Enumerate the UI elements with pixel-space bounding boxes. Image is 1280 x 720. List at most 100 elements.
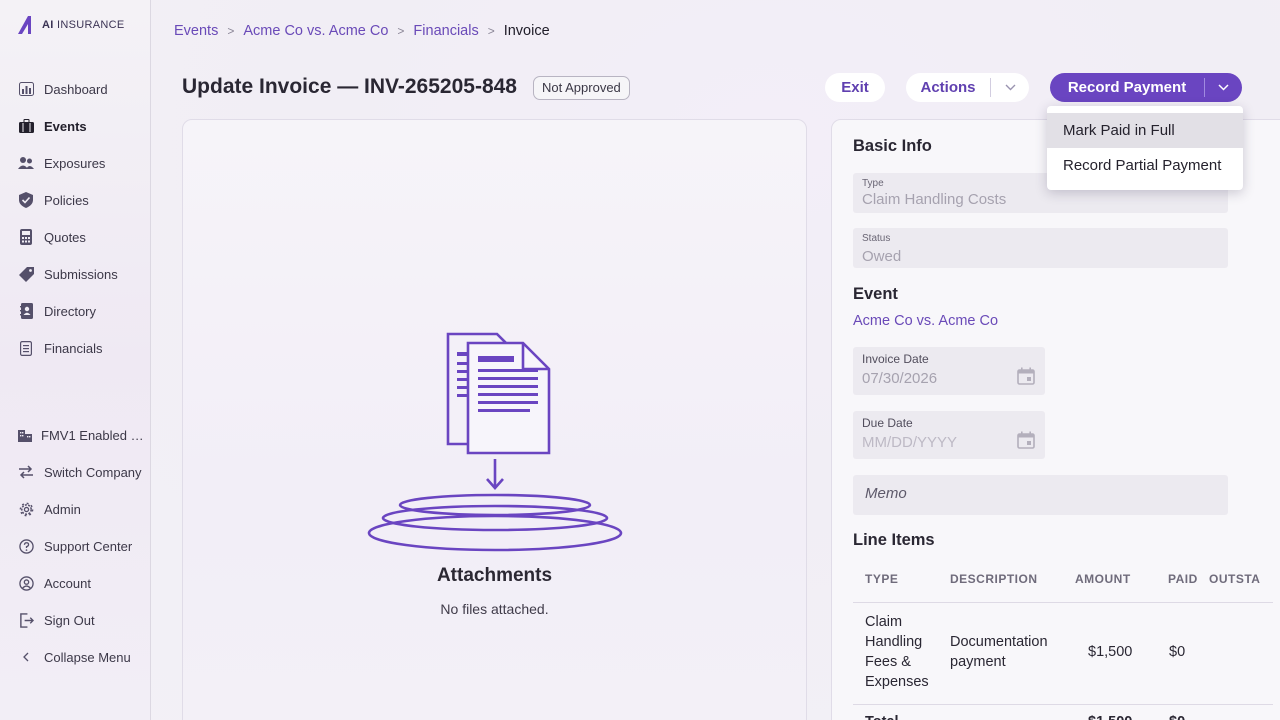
column-header-outstanding[interactable]: OUTSTA: [1209, 572, 1260, 586]
column-header-paid[interactable]: PAID: [1168, 572, 1198, 586]
status-badge: Not Approved: [533, 76, 630, 100]
sidebar-item-events[interactable]: Events: [0, 113, 150, 139]
page-title: Update Invoice — INV-265205-848: [182, 75, 517, 98]
document-upload-icon: [367, 332, 623, 552]
sidebar-item-directory[interactable]: Directory: [0, 298, 150, 324]
tag-icon: [18, 266, 34, 282]
sidebar-item-label: FMV1 Enabled …: [41, 427, 144, 443]
actions-button[interactable]: Actions: [906, 73, 1029, 102]
sidebar-item-company[interactable]: FMV1 Enabled …: [0, 422, 150, 448]
record-payment-label: Record Payment: [1067, 79, 1187, 96]
breadcrumb-separator-icon: >: [487, 24, 495, 38]
shield-icon: [18, 192, 34, 208]
sidebar-item-policies[interactable]: Policies: [0, 187, 150, 213]
invoice-date-label: Invoice Date: [862, 352, 929, 366]
due-date-placeholder: MM/DD/YYYY: [862, 434, 958, 451]
invoice-date-value: 07/30/2026: [862, 370, 938, 387]
sidebar-item-switch-company[interactable]: Switch Company: [0, 459, 150, 485]
sidebar-item-label: Sign Out: [44, 612, 95, 628]
record-payment-menu: Mark Paid in Full Record Partial Payment: [1047, 106, 1243, 190]
sidebar-item-label: Exposures: [44, 155, 106, 171]
breadcrumb-separator-icon: >: [397, 24, 405, 38]
sidebar-item-label: Switch Company: [44, 464, 142, 480]
column-header-description[interactable]: DESCRIPTION: [950, 572, 1038, 586]
attachments-title: Attachments: [436, 565, 553, 586]
breadcrumb-separator-icon: >: [227, 24, 235, 38]
logo-mark-icon: [18, 16, 31, 34]
attachments-dropzone[interactable]: Attachments No files attached.: [182, 119, 807, 720]
total-label: Total: [865, 712, 899, 720]
cell-type: Claim Handling Fees & Expenses: [865, 614, 929, 690]
due-date-field[interactable]: Due Date MM/DD/YYYY: [853, 411, 1045, 459]
chevron-down-icon[interactable]: [1205, 84, 1241, 91]
calendar-icon[interactable]: [1017, 367, 1035, 390]
cell-amount: $1,500: [1088, 644, 1133, 660]
total-paid: $0: [1169, 712, 1185, 720]
menu-item-record-partial-payment[interactable]: Record Partial Payment: [1047, 148, 1243, 183]
sidebar-item-submissions[interactable]: Submissions: [0, 261, 150, 287]
sidebar-item-label: Dashboard: [44, 81, 108, 97]
receipt-icon: [18, 340, 34, 356]
calendar-icon[interactable]: [1017, 431, 1035, 454]
sidebar-item-label: Financials: [44, 340, 103, 356]
basic-info-title: Basic Info: [853, 137, 932, 155]
sidebar-item-dashboard[interactable]: Dashboard: [0, 76, 150, 102]
sidebar-item-label: Account: [44, 575, 91, 591]
briefcase-icon: [18, 118, 34, 134]
breadcrumb: Events > Acme Co vs. Acme Co > Financial…: [174, 23, 550, 39]
menu-item-mark-paid-in-full[interactable]: Mark Paid in Full: [1047, 113, 1243, 148]
calculator-icon: [18, 229, 34, 245]
sidebar: AI INSURANCE Dashboard Events Exposures …: [0, 0, 151, 720]
attachments-empty-text: No files attached.: [440, 601, 549, 617]
column-header-type[interactable]: TYPE: [865, 572, 898, 586]
breadcrumb-current: Invoice: [503, 23, 550, 39]
sidebar-item-label: Directory: [44, 303, 97, 319]
sidebar-item-label: Events: [44, 118, 87, 134]
sidebar-item-quotes[interactable]: Quotes: [0, 224, 150, 250]
memo-field[interactable]: Memo: [853, 475, 1228, 515]
sidebar-item-financials[interactable]: Financials: [0, 335, 150, 361]
sidebar-item-sign-out[interactable]: Sign Out: [0, 607, 150, 633]
breadcrumb-link-event[interactable]: Acme Co vs. Acme Co: [243, 23, 388, 39]
invoice-date-field[interactable]: Invoice Date 07/30/2026: [853, 347, 1045, 395]
logo-text: AI INSURANCE: [42, 19, 125, 31]
status-label: Status: [862, 233, 891, 244]
column-header-amount[interactable]: AMOUNT: [1075, 572, 1131, 586]
sidebar-item-label: Policies: [44, 192, 89, 208]
switch-arrows-icon: [18, 464, 34, 480]
cell-description: Documentation payment: [950, 634, 1048, 670]
collapse-menu-button[interactable]: Collapse Menu: [0, 644, 150, 670]
event-link[interactable]: Acme Co vs. Acme Co: [853, 313, 998, 329]
line-items-title: Line Items: [853, 531, 935, 549]
table-header-divider: [853, 602, 1273, 603]
user-circle-icon: [18, 575, 34, 591]
chevron-left-icon: [18, 649, 34, 665]
building-icon: [17, 427, 33, 443]
cell-paid: $0: [1169, 644, 1186, 660]
actions-button-label: Actions: [920, 79, 976, 96]
invoice-details-panel: Basic Info Type Claim Handling Costs Sta…: [831, 119, 1280, 720]
sidebar-item-account[interactable]: Account: [0, 570, 150, 596]
exit-button[interactable]: Exit: [825, 73, 885, 102]
sign-out-icon: [18, 612, 34, 628]
due-date-label: Due Date: [862, 416, 913, 430]
table-row-divider: [853, 704, 1273, 705]
gear-icon: [18, 501, 34, 517]
logo[interactable]: AI INSURANCE: [16, 14, 124, 36]
record-payment-button[interactable]: Record Payment: [1050, 73, 1242, 102]
type-value: Claim Handling Costs: [862, 191, 1007, 208]
status-field[interactable]: Status Owed: [853, 228, 1228, 268]
breadcrumb-link-financials[interactable]: Financials: [413, 23, 478, 39]
sidebar-item-support-center[interactable]: Support Center: [0, 533, 150, 559]
bar-chart-icon: [18, 81, 34, 97]
sidebar-item-exposures[interactable]: Exposures: [0, 150, 150, 176]
sidebar-item-label: Collapse Menu: [44, 649, 131, 665]
sidebar-item-label: Support Center: [44, 538, 133, 554]
chevron-down-icon[interactable]: [991, 84, 1029, 91]
event-title: Event: [853, 285, 898, 303]
sidebar-item-label: Admin: [44, 501, 81, 517]
breadcrumb-link-events[interactable]: Events: [174, 23, 218, 39]
help-icon: [18, 538, 34, 554]
sidebar-item-admin[interactable]: Admin: [0, 496, 150, 522]
people-icon: [18, 155, 34, 171]
